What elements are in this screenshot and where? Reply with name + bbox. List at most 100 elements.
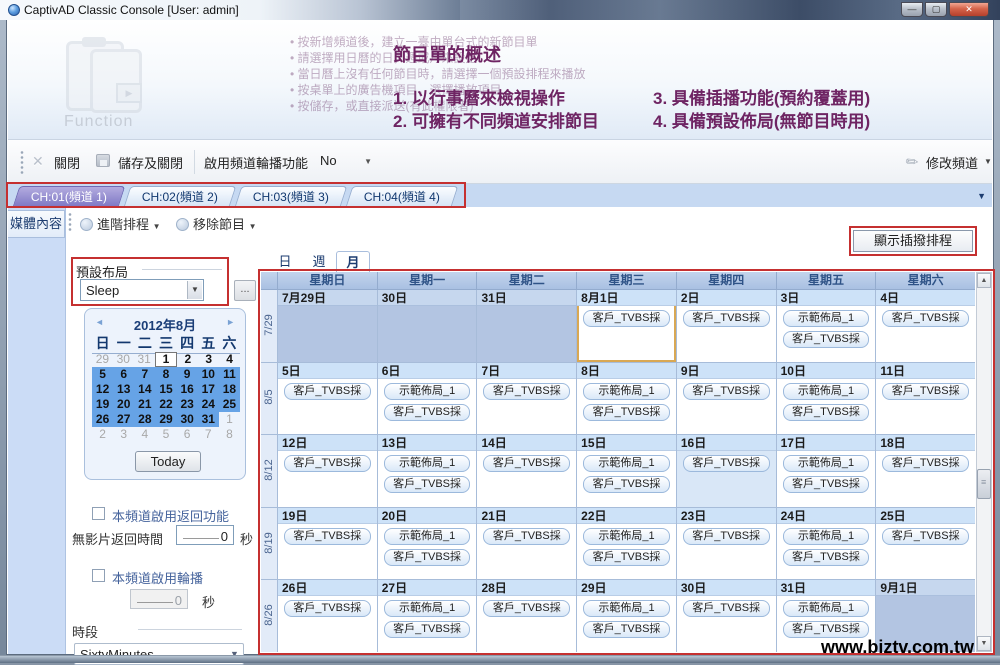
mini-calendar-day[interactable]: 29 xyxy=(155,412,176,427)
event-pill[interactable]: 客戶_TVBS採 xyxy=(583,549,670,566)
modify-channel-button[interactable]: 修改頻道 xyxy=(926,153,978,172)
scroll-down-icon[interactable]: ▼ xyxy=(977,636,991,651)
mini-calendar-day[interactable]: 4 xyxy=(219,352,240,367)
event-pill[interactable]: 客戶_TVBS採 xyxy=(583,476,670,493)
toolbar-grip[interactable] xyxy=(68,212,72,232)
calendar-day-cell[interactable]: 24日示範佈局_1客戶_TVBS採 xyxy=(777,508,877,580)
event-pill[interactable]: 示範佈局_1 xyxy=(783,383,870,400)
event-pill[interactable]: 客戶_TVBS採 xyxy=(284,455,371,472)
mini-calendar-day[interactable]: 21 xyxy=(134,397,155,412)
show-insert-schedule-button[interactable]: 顯示插撥排程 xyxy=(853,230,973,252)
save-icon[interactable] xyxy=(96,154,110,170)
mini-calendar-day[interactable]: 22 xyxy=(155,397,176,412)
mini-calendar-day[interactable]: 6 xyxy=(113,367,134,382)
event-pill[interactable]: 客戶_TVBS採 xyxy=(783,549,870,566)
event-pill[interactable]: 示範佈局_1 xyxy=(583,455,670,472)
calendar-day-cell[interactable]: 28日客戶_TVBS採 xyxy=(477,580,577,652)
mini-calendar-day[interactable]: 10 xyxy=(198,367,219,382)
return-time-input[interactable]: 0 xyxy=(176,525,234,545)
mini-calendar-day[interactable]: 3 xyxy=(113,427,134,442)
tab-ch-4[interactable]: CH:04(頻道 4) xyxy=(346,186,459,207)
event-pill[interactable]: 客戶_TVBS採 xyxy=(284,600,371,617)
event-pill[interactable]: 客戶_TVBS採 xyxy=(683,383,770,400)
calendar-day-cell[interactable]: 13日示範佈局_1客戶_TVBS採 xyxy=(378,435,478,507)
calendar-day-cell[interactable]: 10日示範佈局_1客戶_TVBS採 xyxy=(777,363,877,435)
event-pill[interactable]: 客戶_TVBS採 xyxy=(583,621,670,638)
calendar-day-cell[interactable]: 18日客戶_TVBS採 xyxy=(876,435,975,507)
mini-calendar-day[interactable]: 14 xyxy=(134,382,155,397)
mini-calendar-day[interactable]: 30 xyxy=(177,412,198,427)
event-pill[interactable]: 示範佈局_1 xyxy=(384,600,471,617)
advanced-schedule-button[interactable]: 進階排程 ▼ xyxy=(80,214,161,233)
tab-ch-2[interactable]: CH:02(頻道 2) xyxy=(124,186,237,207)
mini-calendar-day[interactable]: 3 xyxy=(198,352,219,367)
event-pill[interactable]: 客戶_TVBS採 xyxy=(783,331,870,348)
tab-ch-1[interactable]: CH:01(頻道 1) xyxy=(13,186,126,207)
mini-calendar-day[interactable]: 25 xyxy=(219,397,240,412)
calendar-day-cell[interactable]: 20日示範佈局_1客戶_TVBS採 xyxy=(378,508,478,580)
mini-calendar-day[interactable]: 19 xyxy=(92,397,113,412)
view-tab-日[interactable]: 日 xyxy=(268,251,302,272)
close-button[interactable]: 關閉 xyxy=(54,153,80,172)
event-pill[interactable]: 客戶_TVBS採 xyxy=(384,476,471,493)
mini-calendar-day[interactable]: 2 xyxy=(177,352,198,367)
mini-calendar-day[interactable]: 4 xyxy=(134,427,155,442)
chevron-down-icon[interactable]: ▼ xyxy=(984,157,992,166)
event-pill[interactable]: 示範佈局_1 xyxy=(583,600,670,617)
scrollbar-thumb[interactable] xyxy=(977,469,991,499)
today-button[interactable]: Today xyxy=(135,451,201,472)
mini-calendar-day[interactable]: 13 xyxy=(113,382,134,397)
calendar-day-cell[interactable]: 7月29日 xyxy=(278,290,378,362)
mini-calendar-day[interactable]: 8 xyxy=(219,427,240,442)
mini-calendar-day[interactable]: 17 xyxy=(198,382,219,397)
calendar-day-cell[interactable]: 19日客戶_TVBS採 xyxy=(278,508,378,580)
mini-calendar-day[interactable]: 11 xyxy=(219,367,240,382)
loop-time-input[interactable]: 0 xyxy=(130,589,188,609)
event-pill[interactable]: 客戶_TVBS採 xyxy=(483,600,570,617)
mini-calendar-day[interactable]: 5 xyxy=(92,367,113,382)
calendar-day-cell[interactable]: 30日 xyxy=(378,290,478,362)
event-pill[interactable]: 客戶_TVBS採 xyxy=(882,383,969,400)
default-layout-dropdown[interactable]: Sleep ▼ xyxy=(80,279,204,301)
mini-calendar-day[interactable]: 9 xyxy=(177,367,198,382)
calendar-day-cell[interactable]: 3日示範佈局_1客戶_TVBS採 xyxy=(777,290,877,362)
event-pill[interactable]: 示範佈局_1 xyxy=(583,383,670,400)
sidebar-item-media-content[interactable]: 媒體內容 xyxy=(8,210,65,238)
mini-calendar-day[interactable]: 29 xyxy=(92,352,113,367)
mini-calendar-day[interactable]: 27 xyxy=(113,412,134,427)
mini-calendar-day[interactable]: 7 xyxy=(134,367,155,382)
calendar-day-cell[interactable]: 15日示範佈局_1客戶_TVBS採 xyxy=(577,435,677,507)
event-pill[interactable]: 客戶_TVBS採 xyxy=(583,404,670,421)
event-pill[interactable]: 示範佈局_1 xyxy=(384,528,471,545)
minimize-button[interactable]: — xyxy=(901,2,923,17)
mini-calendar-day[interactable]: 31 xyxy=(198,412,219,427)
event-pill[interactable]: 客戶_TVBS採 xyxy=(483,383,570,400)
mini-calendar-day[interactable]: 26 xyxy=(92,412,113,427)
calendar-day-cell[interactable]: 21日客戶_TVBS採 xyxy=(477,508,577,580)
calendar-day-cell[interactable]: 8月1日客戶_TVBS採 xyxy=(577,290,677,362)
more-button[interactable]: ... xyxy=(234,280,256,301)
close-icon[interactable]: ✕ xyxy=(32,153,44,170)
mini-calendar-day[interactable]: 12 xyxy=(92,382,113,397)
toolbar-grip[interactable] xyxy=(20,150,24,174)
calendar-day-cell[interactable]: 2日客戶_TVBS採 xyxy=(677,290,777,362)
calendar-day-cell[interactable]: 8日示範佈局_1客戶_TVBS採 xyxy=(577,363,677,435)
mini-calendar-day[interactable]: 15 xyxy=(155,382,176,397)
event-pill[interactable]: 客戶_TVBS採 xyxy=(483,455,570,472)
mini-calendar-day[interactable]: 1 xyxy=(219,412,240,427)
event-pill[interactable]: 示範佈局_1 xyxy=(583,528,670,545)
event-pill[interactable]: 客戶_TVBS採 xyxy=(882,528,969,545)
calendar-day-cell[interactable]: 17日示範佈局_1客戶_TVBS採 xyxy=(777,435,877,507)
prev-month-icon[interactable]: ◄ xyxy=(95,317,104,327)
event-pill[interactable]: 客戶_TVBS採 xyxy=(683,455,770,472)
event-pill[interactable]: 客戶_TVBS採 xyxy=(783,621,870,638)
mini-calendar-day[interactable]: 2 xyxy=(92,427,113,442)
mini-calendar-day[interactable]: 30 xyxy=(113,352,134,367)
calendar-day-cell[interactable]: 12日客戶_TVBS採 xyxy=(278,435,378,507)
event-pill[interactable]: 示範佈局_1 xyxy=(783,600,870,617)
event-pill[interactable]: 客戶_TVBS採 xyxy=(384,621,471,638)
event-pill[interactable]: 客戶_TVBS採 xyxy=(783,476,870,493)
event-pill[interactable]: 示範佈局_1 xyxy=(384,455,471,472)
calendar-day-cell[interactable]: 5日客戶_TVBS採 xyxy=(278,363,378,435)
event-pill[interactable]: 客戶_TVBS採 xyxy=(783,404,870,421)
